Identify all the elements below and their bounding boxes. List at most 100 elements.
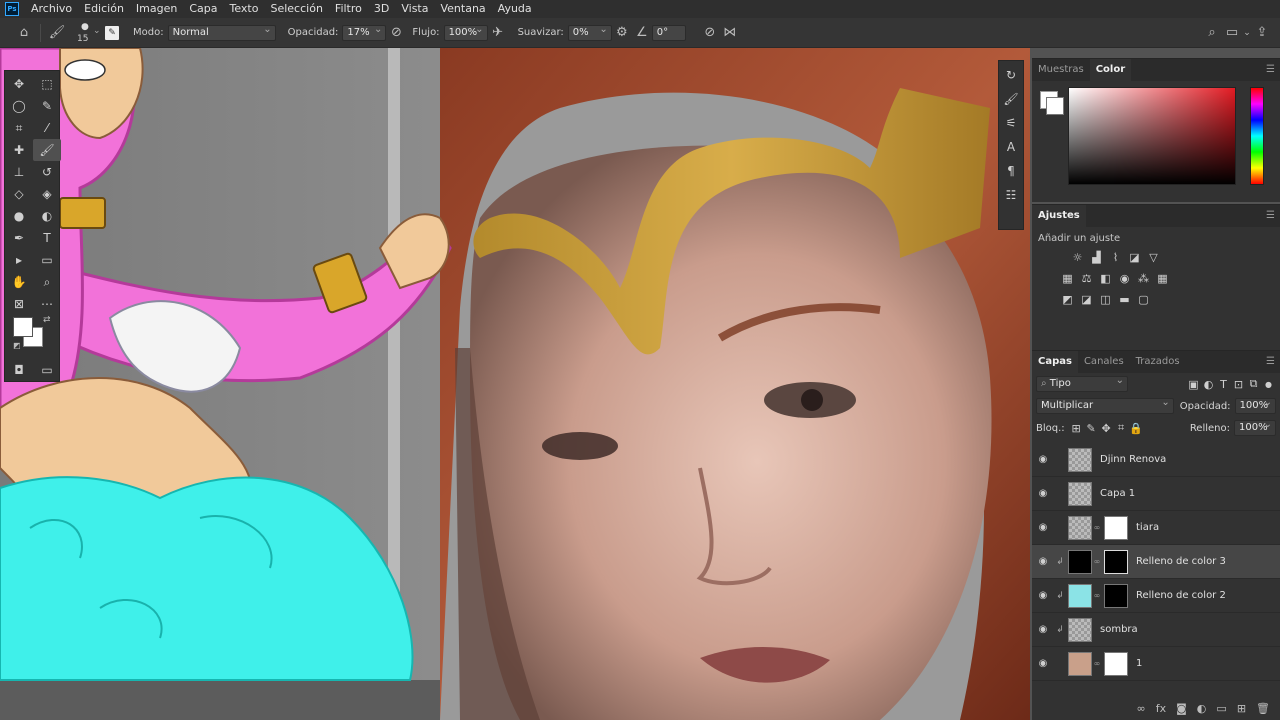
home-icon[interactable]: ⌂ — [14, 23, 34, 43]
menu-ventana[interactable]: Ventana — [434, 0, 491, 18]
menu-seleccion[interactable]: Selección — [264, 0, 328, 18]
new-layer-icon[interactable]: ⊞ — [1237, 702, 1246, 715]
eraser-tool-icon[interactable]: ◇ — [5, 183, 33, 205]
panel-menu-icon[interactable]: ☰ — [1266, 210, 1275, 221]
lasso-tool-icon[interactable]: ◯ — [5, 95, 33, 117]
layer-djinn-renova[interactable]: ◉ Djinn Renova — [1032, 443, 1280, 477]
threshold-icon[interactable]: ◫ — [1098, 292, 1113, 307]
brush-panel-icon[interactable]: 🖌 — [1001, 89, 1021, 109]
filter-shape-icon[interactable]: ⊡ — [1231, 377, 1246, 392]
workspace-icon[interactable]: ▭ — [1222, 23, 1242, 43]
menu-imagen[interactable]: Imagen — [130, 0, 183, 18]
layer-capa-1[interactable]: ◉ Capa 1 — [1032, 477, 1280, 511]
eyedropper-tool-icon[interactable]: ⁄ — [33, 117, 61, 139]
channel-mixer-icon[interactable]: ⁂ — [1136, 271, 1151, 286]
brush-tool-icon[interactable]: 🖌 — [47, 23, 67, 43]
color-swatches[interactable]: ⇄ ◩ — [5, 315, 61, 359]
menu-edicion[interactable]: Edición — [78, 0, 130, 18]
properties-panel-icon[interactable]: ☷ — [1001, 185, 1021, 205]
swap-colors-icon[interactable]: ⇄ — [43, 315, 51, 325]
healing-tool-icon[interactable]: ✚ — [5, 139, 33, 161]
vibrance-icon[interactable]: ▽ — [1146, 250, 1161, 265]
move-tool-icon[interactable]: ✥ — [5, 73, 33, 95]
paragraph-panel-icon[interactable]: ¶ — [1001, 161, 1021, 181]
filter-smart-icon[interactable]: ⧉ — [1246, 377, 1261, 392]
stamp-tool-icon[interactable]: ⊥ — [5, 161, 33, 183]
new-group-icon[interactable]: ▭ — [1216, 702, 1226, 715]
layer-relleno-de-color-3[interactable]: ◉ ↲ ∞ Relleno de color 3 — [1032, 545, 1280, 579]
filter-pixel-icon[interactable]: ▣ — [1186, 377, 1201, 392]
menu-texto[interactable]: Texto — [224, 0, 265, 18]
menu-vista[interactable]: Vista — [395, 0, 434, 18]
lock-pixels-icon[interactable]: ✎ — [1084, 421, 1099, 436]
eye-icon[interactable]: ◉ — [1032, 556, 1054, 567]
bucket-tool-icon[interactable]: ◈ — [33, 183, 61, 205]
menu-capa[interactable]: Capa — [183, 0, 223, 18]
pen-tool-icon[interactable]: ✒ — [5, 227, 33, 249]
delete-layer-icon[interactable]: 🗑 — [1256, 702, 1270, 715]
history-brush-icon[interactable]: ↺ — [33, 161, 61, 183]
layer-tiara[interactable]: ◉ ∞ tiara — [1032, 511, 1280, 545]
brush-settings-panel-icon[interactable]: ⚟ — [1001, 113, 1021, 133]
layer-1[interactable]: ◉ ∞ 1 — [1032, 647, 1280, 681]
exposure-icon[interactable]: ◪ — [1127, 250, 1142, 265]
rectangle-tool-icon[interactable]: ▭ — [33, 249, 61, 271]
mode-select[interactable]: Normal — [167, 23, 276, 41]
curves-icon[interactable]: ⌇ — [1108, 250, 1123, 265]
eye-icon[interactable]: ◉ — [1032, 522, 1054, 533]
crop-tool-icon[interactable]: ⌗ — [5, 117, 33, 139]
gear-icon[interactable]: ⚙ — [612, 23, 632, 43]
add-mask-icon[interactable]: ◙ — [1176, 702, 1187, 715]
eye-icon[interactable]: ◉ — [1032, 454, 1054, 465]
blur-tool-icon[interactable]: ● — [5, 205, 33, 227]
flow-input[interactable]: 100% — [443, 23, 488, 41]
gradient-map-icon[interactable]: ▬ — [1117, 292, 1132, 307]
filter-adjustment-icon[interactable]: ◐ — [1201, 377, 1216, 392]
menu-ayuda[interactable]: Ayuda — [492, 0, 538, 18]
screen-mode-icon[interactable]: ▭ — [33, 359, 61, 381]
tab-muestras[interactable]: Muestras — [1032, 59, 1090, 81]
zoom-tool-icon[interactable]: ⌕ — [33, 271, 61, 293]
marquee-tool-icon[interactable]: ⬚ — [33, 73, 61, 95]
layer-opacity-input[interactable]: 100% — [1234, 396, 1276, 414]
layer-filter-select[interactable]: ⌕ Tipo — [1036, 374, 1128, 392]
lock-position-icon[interactable]: ✥ — [1099, 421, 1114, 436]
invert-icon[interactable]: ◩ — [1060, 292, 1075, 307]
photo-filter-icon[interactable]: ◉ — [1117, 271, 1132, 286]
color-lookup-icon[interactable]: ▦ — [1155, 271, 1170, 286]
share-icon[interactable]: ⇪ — [1252, 23, 1272, 43]
new-adjustment-icon[interactable]: ◐ — [1197, 702, 1207, 715]
tab-capas[interactable]: Capas — [1032, 351, 1078, 373]
filter-toggle-icon[interactable]: ● — [1261, 377, 1276, 392]
posterize-icon[interactable]: ◪ — [1079, 292, 1094, 307]
document-canvas[interactable]: ✥ ⬚ ◯ ✎ ⌗ ⁄ ✚ 🖌 ⊥ ↺ ◇ ◈ ● ◐ ✒ T ▸ ▭ ✋ ⌕ … — [0, 48, 1030, 720]
airbrush-icon[interactable]: ✈ — [488, 23, 508, 43]
eye-icon[interactable]: ◉ — [1032, 590, 1054, 601]
artboard-tool-icon[interactable]: ⊠ — [5, 293, 33, 315]
chevron-down-icon[interactable]: ⌄ — [1242, 23, 1252, 43]
path-select-tool-icon[interactable]: ▸ — [5, 249, 33, 271]
panel-menu-icon[interactable]: ☰ — [1266, 356, 1275, 367]
foreground-color-swatch[interactable] — [13, 317, 33, 337]
character-panel-icon[interactable]: A — [1001, 137, 1021, 157]
blend-mode-select[interactable]: Multiplicar — [1036, 396, 1174, 414]
tab-ajustes[interactable]: Ajustes — [1032, 205, 1086, 227]
pressure-size-icon[interactable]: ⊘ — [700, 23, 720, 43]
history-panel-icon[interactable]: ↻ — [1001, 65, 1021, 85]
quick-select-tool-icon[interactable]: ✎ — [33, 95, 61, 117]
hue-slider[interactable] — [1250, 87, 1264, 185]
levels-icon[interactable]: ▟ — [1089, 250, 1104, 265]
tab-canales[interactable]: Canales — [1078, 351, 1130, 373]
default-colors-icon[interactable]: ◩ — [13, 341, 21, 350]
quick-mask-icon[interactable]: ◘ — [5, 359, 33, 381]
link-layers-icon[interactable]: ∞ — [1137, 702, 1146, 715]
color-balance-icon[interactable]: ⚖ — [1079, 271, 1094, 286]
smooth-input[interactable]: 0% — [567, 23, 612, 41]
hue-saturation-icon[interactable]: ▦ — [1060, 271, 1075, 286]
angle-input[interactable]: 0° — [651, 24, 686, 41]
eye-icon[interactable]: ◉ — [1032, 488, 1054, 499]
menu-archivo[interactable]: Archivo — [25, 0, 78, 18]
search-icon[interactable]: ⌕ — [1202, 23, 1222, 43]
filter-type-icon[interactable]: T — [1216, 377, 1231, 392]
layer-style-icon[interactable]: fx — [1156, 702, 1166, 715]
